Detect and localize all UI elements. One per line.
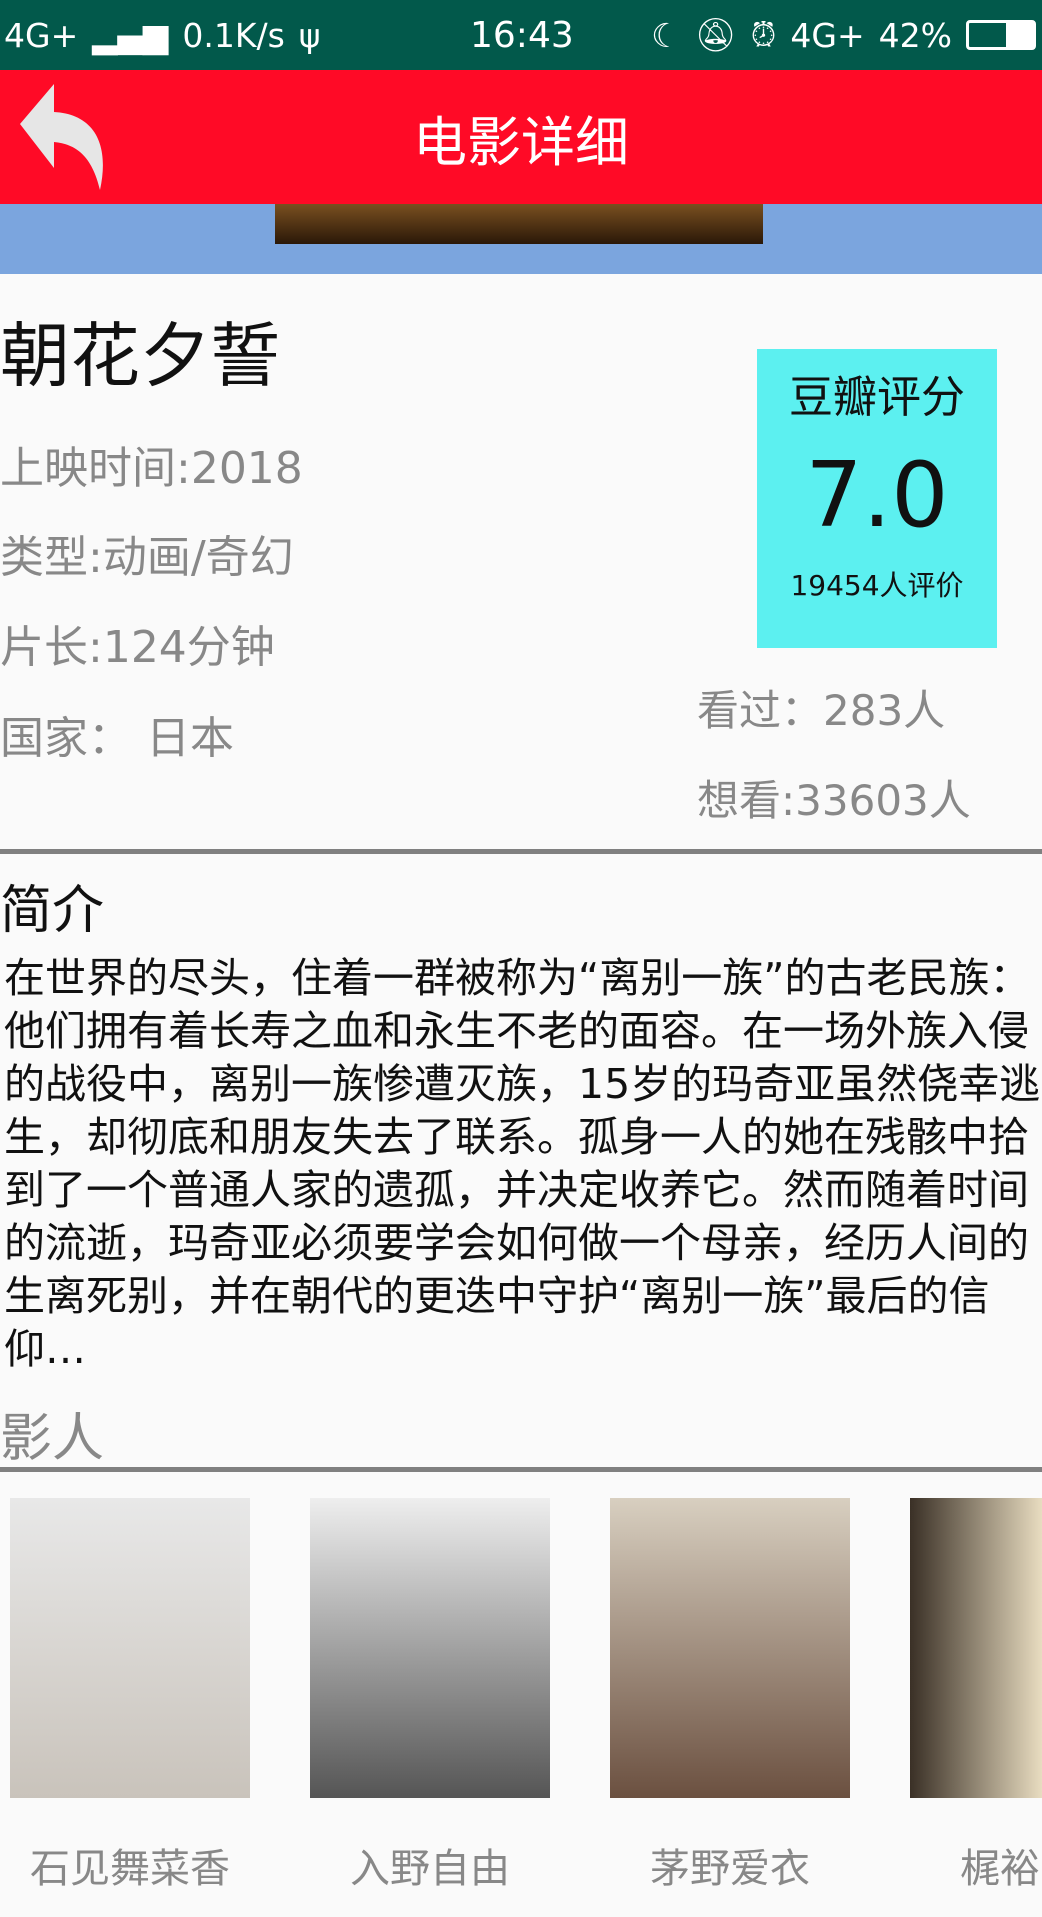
mute-bell-icon: 🔕︎ [694, 15, 737, 54]
cast-name: 梶裕 [960, 1846, 1040, 1892]
genre: 类型:动画/奇幻 [0, 532, 294, 583]
divider [0, 849, 1042, 854]
cast-photo[interactable] [310, 1498, 550, 1798]
top-bar: 电影详细 [0, 70, 1042, 204]
movie-poster[interactable] [275, 204, 763, 244]
rating-box: 豆瓣评分 7.0 19454人评价 [757, 349, 997, 648]
back-arrow-icon[interactable] [14, 84, 114, 190]
cast-name: 入野自由 [350, 1846, 510, 1892]
release-date: 上映时间:2018 [0, 443, 303, 494]
rating-score: 7.0 [805, 443, 949, 548]
battery-label: 42% [878, 15, 952, 55]
synopsis-heading: 简介 [0, 881, 105, 941]
length: 片长:124分钟 [0, 622, 275, 673]
moon-icon: ☾ [651, 15, 681, 55]
rating-label: 豆瓣评分 [789, 372, 965, 423]
cast-name: 石见舞菜香 [30, 1846, 230, 1892]
status-bar: 4G+ ▂▄▆ 0.1K/s ψ 16:43 ☾ 🔕︎ ⏰︎ 4G+ 42% [0, 0, 1042, 70]
cast-heading: 影人 [0, 1409, 105, 1469]
watched-count: 看过：283人 [697, 686, 946, 735]
alarm-icon: ⏰︎ [750, 15, 777, 54]
clock: 16:43 [470, 14, 574, 56]
cast-member[interactable]: 入野自由 [310, 1498, 550, 1894]
movie-title: 朝花夕誓 [0, 315, 280, 397]
synopsis-text: 在世界的尽头，住着一群被称为“离别一族”的古老民族：他们拥有着长寿之血和永生不老… [4, 954, 1041, 1373]
cast-photo[interactable] [610, 1498, 850, 1798]
network2-label: 4G+ [790, 15, 865, 55]
poster-banner [0, 204, 1042, 274]
country: 国家： 日本 [0, 713, 234, 764]
usb-icon: ψ [298, 15, 321, 55]
speed-label: 0.1K/s [182, 15, 285, 55]
cast-name: 茅野爱衣 [650, 1846, 810, 1892]
cast-photo[interactable] [10, 1498, 250, 1798]
rating-count: 19454人评价 [790, 569, 964, 602]
signal-icon: ▂▄▆ [92, 15, 169, 55]
want-count: 想看:33603人 [697, 776, 971, 825]
battery-icon [966, 20, 1036, 50]
cast-member[interactable]: 石见舞菜香 [10, 1498, 250, 1894]
page-title: 电影详细 [413, 110, 629, 174]
cast-member[interactable]: 茅野爱衣 [610, 1498, 850, 1894]
cast-member[interactable]: 梶裕 [910, 1498, 1042, 1894]
network-label: 4G+ [4, 15, 79, 55]
divider [0, 1467, 1042, 1472]
cast-photo[interactable] [910, 1498, 1042, 1798]
